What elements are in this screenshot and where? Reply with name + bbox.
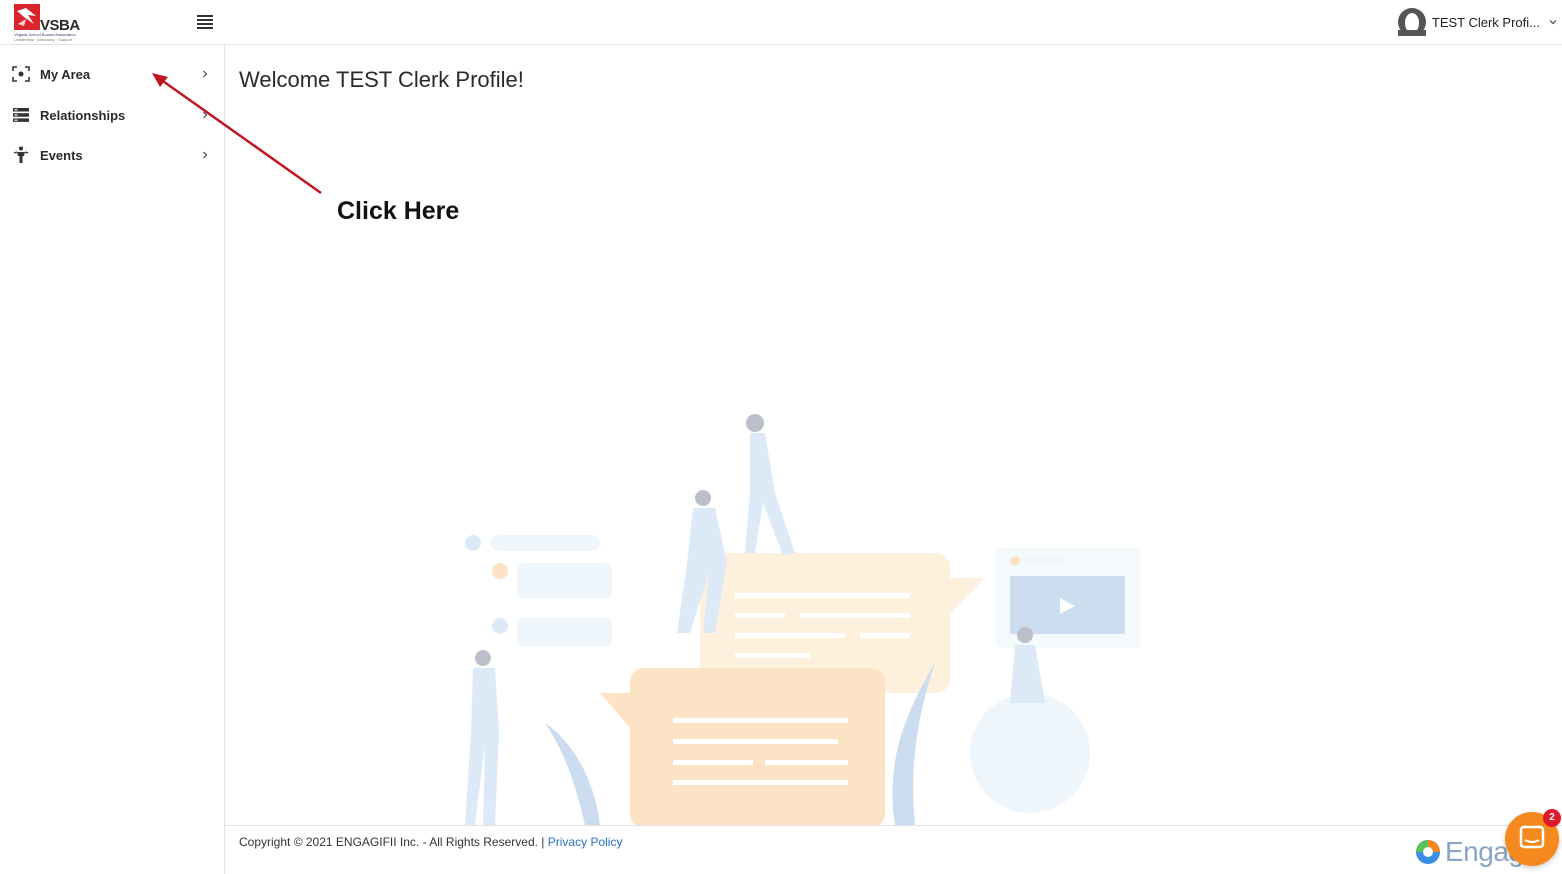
sidebar-item-label: Events (40, 147, 83, 163)
page-title: Welcome TEST Clerk Profile! (239, 67, 524, 92)
logo-tagline: Leadership · Advocacy · Support (14, 37, 73, 42)
user-avatar-icon (1397, 8, 1426, 36)
engagifii-logo-icon (1416, 840, 1440, 864)
sidebar-item-my-area[interactable]: My Area (0, 56, 224, 92)
chevron-down-icon (1549, 20, 1557, 25)
copyright-text: Copyright © 2021 ENGAGIFII Inc. - All Ri… (239, 835, 622, 849)
user-menu[interactable]: TEST Clerk Profi... (1397, 8, 1558, 36)
focus-frame-icon (12, 66, 30, 82)
copyright-label: Copyright © 2021 ENGAGIFII Inc. - All Ri… (239, 835, 545, 849)
top-header: VSBA Virginia School Boards Association … (0, 0, 1562, 45)
vsba-logo-mark-icon (14, 4, 40, 30)
vsba-logo[interactable]: VSBA Virginia School Boards Association … (14, 4, 88, 42)
privacy-policy-link[interactable]: Privacy Policy (548, 835, 623, 849)
sidebar-item-relationships[interactable]: Relationships (0, 97, 224, 133)
main-content: Welcome TEST Clerk Profile! (225, 45, 1562, 825)
chevron-right-icon (203, 70, 208, 78)
logo-subtext: Virginia School Boards Association Leade… (14, 32, 76, 42)
footer: Copyright © 2021 ENGAGIFII Inc. - All Ri… (225, 825, 1562, 874)
teamwork-illustration-icon (465, 414, 1140, 825)
sidebar-item-label: My Area (40, 66, 91, 82)
person-icon (13, 146, 29, 163)
annotation-click-here: Click Here (337, 197, 460, 225)
sidebar-item-events[interactable]: Events (0, 137, 224, 173)
hamburger-menu-icon[interactable] (197, 15, 213, 29)
chat-notification-badge: 2 (1543, 809, 1561, 827)
user-name: TEST Clerk Profi... (1431, 14, 1540, 30)
chevron-right-icon (203, 151, 208, 159)
chevron-right-icon (203, 111, 208, 119)
sidebar: My Area Relationships Events (0, 45, 225, 874)
list-rows-icon (13, 108, 29, 122)
sidebar-item-label: Relationships (40, 107, 126, 123)
